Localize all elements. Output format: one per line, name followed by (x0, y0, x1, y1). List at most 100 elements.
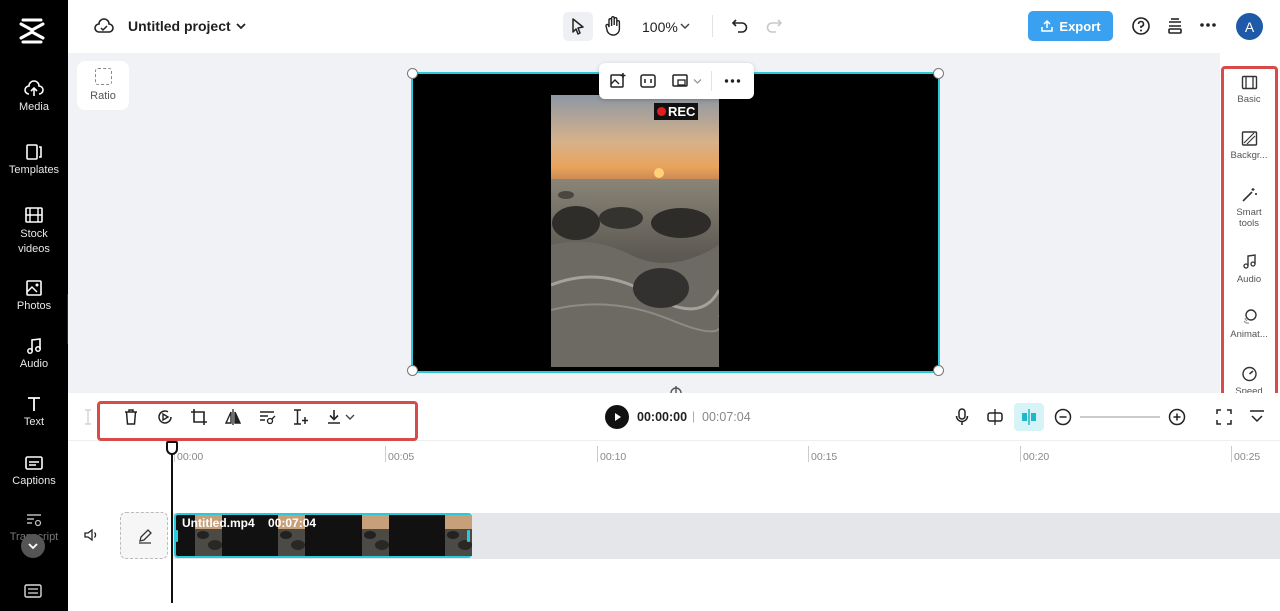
select-tool-button[interactable] (563, 12, 593, 41)
cloud-sync-icon[interactable] (94, 17, 114, 35)
sidebar-expand-button[interactable] (21, 534, 45, 558)
help-icon[interactable] (1131, 16, 1151, 36)
timeline-collapse-icon[interactable] (1248, 408, 1266, 426)
app-window: Media Templates Stock videos Photos Audi… (0, 0, 1280, 611)
sidebar-item-media[interactable]: Media (0, 80, 68, 113)
delete-trash-icon[interactable] (122, 408, 140, 426)
playhead-handle[interactable] (166, 441, 178, 455)
resize-handle-top-left[interactable] (407, 68, 418, 79)
image-add-icon[interactable] (609, 72, 627, 90)
clip-thumbnail (362, 515, 389, 556)
redo-icon[interactable] (764, 16, 784, 36)
sidebar-item-templates[interactable]: Templates (0, 143, 68, 176)
fit-timeline-icon[interactable] (1215, 408, 1233, 426)
record-dot-icon (657, 107, 666, 116)
chevron-down-icon[interactable] (679, 20, 691, 32)
microphone-icon[interactable] (953, 407, 971, 427)
timeline-zoom-slider[interactable] (1080, 416, 1160, 418)
video-frame-image (551, 95, 719, 367)
hand-tool-icon[interactable] (603, 15, 623, 37)
ruler-label: 00:10 (600, 451, 627, 463)
remove-background-icon[interactable] (258, 408, 276, 426)
volume-icon[interactable] (83, 528, 99, 542)
captions-icon (25, 456, 43, 470)
ruler-tick (1020, 446, 1021, 462)
total-duration: 00:07:04 (702, 410, 751, 424)
ratio-icon (94, 68, 112, 85)
mirror-flip-icon[interactable] (224, 408, 242, 426)
panel-tab-smart-tools[interactable]: Smart tools (1222, 187, 1276, 229)
ruler-tick (808, 446, 809, 462)
resize-handle-top-right[interactable] (933, 68, 944, 79)
resize-handle-bottom-right[interactable] (933, 365, 944, 376)
link-tracks-icon[interactable] (985, 407, 1005, 427)
panel-tab-animation[interactable]: Animat... (1222, 309, 1276, 340)
split-text-icon[interactable] (292, 408, 310, 426)
current-time: 00:00:00 (637, 410, 688, 424)
speed-gauge-icon (1241, 366, 1257, 382)
chevron-down-icon[interactable] (235, 20, 247, 32)
magnet-snap-icon (1022, 409, 1036, 425)
resize-handle-bottom-left[interactable] (407, 365, 418, 376)
divider (712, 15, 713, 37)
keyboard-icon[interactable] (24, 584, 42, 598)
chevron-down-icon (28, 543, 38, 550)
sidebar-item-label: Photos (16, 300, 52, 312)
freeze-frame-icon[interactable] (156, 408, 174, 426)
music-note-icon (27, 338, 41, 354)
more-options-icon[interactable] (724, 78, 741, 84)
sidebar-item-photos[interactable]: Photos (0, 279, 68, 312)
clip-trim-handle-left[interactable] (175, 530, 178, 542)
panel-tab-background[interactable]: Backgr... (1222, 131, 1276, 161)
zoom-level[interactable]: 100% (642, 19, 678, 35)
export-upload-icon (1041, 19, 1054, 32)
right-panel-highlight-box (1221, 66, 1278, 408)
panel-tab-label: Smart tools (1236, 207, 1262, 229)
capcut-logo (19, 18, 45, 44)
ruler-tick (597, 446, 598, 462)
chevron-down-icon[interactable] (345, 413, 355, 421)
animation-icon (1243, 309, 1257, 324)
panel-tab-basic[interactable]: Basic (1222, 75, 1276, 105)
music-note-icon (1242, 254, 1256, 269)
text-cursor-icon[interactable] (84, 409, 92, 425)
clip-duration: 00:07:04 (268, 516, 317, 530)
more-options-icon[interactable] (1199, 22, 1217, 28)
zoom-out-icon[interactable] (1054, 408, 1072, 426)
pencil-edit-icon (139, 529, 152, 544)
sidebar-item-label: Media (19, 101, 49, 113)
ruler-label: 00:05 (388, 451, 415, 463)
divider (711, 71, 712, 91)
templates-icon (26, 144, 42, 160)
panel-tab-label: Backgr... (1230, 150, 1268, 161)
play-button[interactable] (605, 405, 629, 429)
replace-media-icon[interactable] (671, 72, 689, 90)
clip-trim-handle-right[interactable] (467, 530, 470, 542)
text-icon (28, 397, 40, 411)
zoom-in-icon[interactable] (1168, 408, 1186, 426)
avatar[interactable]: A (1236, 13, 1263, 40)
crop-icon[interactable] (190, 408, 208, 426)
cursor-arrow-icon (572, 18, 584, 35)
download-icon[interactable] (325, 408, 343, 426)
layers-stack-icon[interactable] (1165, 16, 1185, 36)
left-sidebar: Media Templates Stock videos Photos Audi… (0, 0, 68, 611)
sidebar-item-label: Audio (19, 358, 49, 370)
ruler-tick (1231, 446, 1232, 462)
undo-icon[interactable] (730, 16, 750, 36)
cover-edit-button[interactable] (120, 512, 168, 559)
playhead-line[interactable] (171, 441, 173, 603)
auto-snap-toggle[interactable] (1014, 403, 1044, 431)
ruler-tick (385, 446, 386, 462)
crop-frame-icon[interactable] (639, 72, 657, 90)
sidebar-item-text[interactable]: Text (0, 395, 68, 428)
ratio-button[interactable]: Ratio (77, 61, 129, 110)
sidebar-item-stock-videos[interactable]: Stock videos (0, 206, 68, 257)
export-button[interactable]: Export (1028, 11, 1113, 41)
chevron-down-icon[interactable] (693, 78, 702, 85)
sidebar-item-captions[interactable]: Captions (0, 454, 68, 487)
export-label: Export (1059, 18, 1101, 34)
project-title[interactable]: Untitled project (128, 18, 231, 34)
sidebar-item-audio[interactable]: Audio (0, 337, 68, 370)
panel-tab-audio[interactable]: Audio (1222, 254, 1276, 285)
